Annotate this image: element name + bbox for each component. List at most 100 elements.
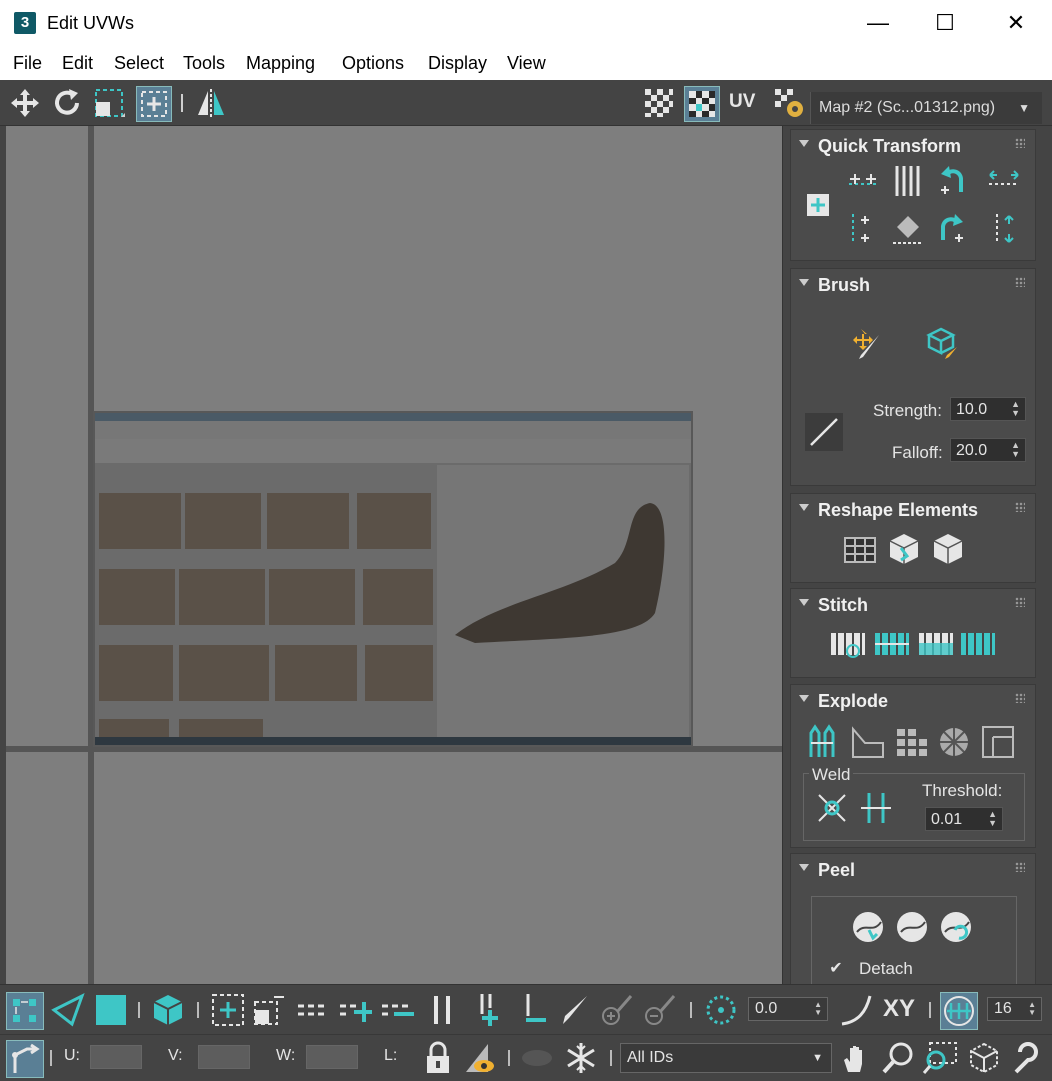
straighten-icon[interactable]: [889, 210, 927, 248]
map-settings-gear-icon[interactable]: [772, 86, 806, 120]
menu-select[interactable]: Select: [114, 46, 164, 80]
zoom-magnifier-icon[interactable]: [880, 1040, 916, 1076]
stitch-average-icon[interactable]: [873, 625, 911, 663]
pan-hand-icon[interactable]: [838, 1040, 874, 1076]
grow-ring-icon[interactable]: [472, 992, 508, 1028]
peel-mode-icon[interactable]: [893, 908, 931, 946]
freeform-mode-icon[interactable]: [136, 86, 172, 122]
rotate-ccw-icon[interactable]: [933, 162, 971, 200]
menu-tools[interactable]: Tools: [183, 46, 225, 80]
freeze-snowflake-icon[interactable]: [563, 1040, 599, 1076]
enlarge-brush-icon[interactable]: [597, 992, 633, 1028]
ring-selection-icon[interactable]: [424, 992, 460, 1028]
menu-mapping[interactable]: Mapping: [246, 46, 315, 80]
spinner-arrows-icon[interactable]: ▲ ▼: [1011, 400, 1020, 418]
soft-selection-icon[interactable]: [703, 992, 739, 1028]
drag-grip-icon[interactable]: [1015, 138, 1025, 148]
grid-size-field[interactable]: 16 ▲ ▼: [987, 997, 1042, 1021]
spinner-arrows-icon[interactable]: ▲ ▼: [1028, 1001, 1036, 1017]
straighten-selection-icon[interactable]: [841, 530, 879, 568]
minimize-button[interactable]: —: [843, 0, 913, 46]
menu-edit[interactable]: Edit: [62, 46, 93, 80]
falloff-curve-icon[interactable]: [838, 992, 874, 1028]
collapse-triangle-icon[interactable]: [799, 279, 809, 286]
zoom-extents-icon[interactable]: [966, 1040, 1002, 1076]
stitch-to-source-icon[interactable]: [917, 625, 955, 663]
grid-snap-icon[interactable]: [940, 992, 978, 1030]
collapse-triangle-icon[interactable]: [799, 695, 809, 702]
paint-move-brush-icon[interactable]: [849, 325, 887, 363]
rollout-title[interactable]: Stitch: [818, 595, 868, 616]
rotate-cw-icon[interactable]: [933, 210, 971, 248]
spinner-arrows-icon[interactable]: ▲ ▼: [814, 1001, 822, 1017]
rollout-title[interactable]: Brush: [818, 275, 870, 296]
checker-pattern-icon[interactable]: [642, 86, 676, 120]
material-id-dropdown[interactable]: All IDs ▼: [620, 1043, 832, 1073]
menu-options[interactable]: Options: [342, 46, 404, 80]
align-left-icon[interactable]: [845, 210, 883, 248]
drag-grip-icon[interactable]: [1015, 597, 1025, 607]
explode-by-smoothing-icon[interactable]: [805, 723, 843, 761]
weld-selected-icon[interactable]: [813, 789, 851, 827]
brush-falloff-line-icon[interactable]: [805, 413, 843, 451]
weld-target-icon[interactable]: [857, 789, 895, 827]
soft-selection-falloff-field[interactable]: 0.0 ▲ ▼: [748, 997, 828, 1021]
grow-selection-icon[interactable]: [210, 992, 246, 1028]
loop-selection-icon[interactable]: [296, 992, 332, 1028]
align-vertical-icon[interactable]: [889, 162, 927, 200]
menu-file[interactable]: File: [13, 46, 42, 80]
align-horizontal-icon[interactable]: [845, 162, 883, 200]
edge-mode-icon[interactable]: [50, 992, 86, 1028]
drag-grip-icon[interactable]: [1015, 277, 1025, 287]
move-icon[interactable]: [8, 86, 42, 120]
stitch-custom-icon[interactable]: [959, 625, 997, 663]
rollout-title[interactable]: Quick Transform: [818, 136, 961, 157]
help-question-icon[interactable]: [1010, 1040, 1046, 1076]
uv-toggle-label[interactable]: UV: [729, 91, 755, 113]
vertex-mode-icon[interactable]: [6, 992, 44, 1030]
unfold-element-icon[interactable]: [979, 723, 1017, 761]
v-coordinate-field[interactable]: [198, 1045, 250, 1069]
menu-display[interactable]: Display: [428, 46, 487, 80]
rollout-title[interactable]: Peel: [818, 860, 855, 881]
mirror-icon[interactable]: [194, 86, 228, 120]
element-mode-icon[interactable]: [150, 992, 186, 1028]
hide-selection-icon[interactable]: [462, 1040, 498, 1076]
explode-by-material-icon[interactable]: [849, 723, 887, 761]
drag-grip-icon[interactable]: [1015, 693, 1025, 703]
quick-peel-icon[interactable]: [849, 908, 887, 946]
collapse-triangle-icon[interactable]: [799, 504, 809, 511]
show-map-icon[interactable]: [684, 86, 720, 122]
zoom-region-icon[interactable]: [922, 1040, 958, 1076]
relax-cube-icon[interactable]: [885, 530, 923, 568]
strength-spinner[interactable]: 10.0 ▲ ▼: [950, 397, 1026, 421]
relax-options-cube-icon[interactable]: [929, 530, 967, 568]
drag-grip-icon[interactable]: [1015, 502, 1025, 512]
flatten-by-polygon-icon[interactable]: [935, 723, 973, 761]
paint-select-icon[interactable]: [555, 992, 591, 1028]
menu-view[interactable]: View: [507, 46, 546, 80]
shrink-loop-icon[interactable]: [380, 992, 416, 1028]
collapse-triangle-icon[interactable]: [799, 599, 809, 606]
detach-checkbox[interactable]: ✔: [827, 960, 845, 978]
falloff-spinner[interactable]: 20.0 ▲ ▼: [950, 438, 1026, 462]
explode-to-faces-icon[interactable]: [893, 723, 931, 761]
w-coordinate-field[interactable]: [306, 1045, 358, 1069]
pivot-icon[interactable]: [799, 186, 837, 224]
drag-grip-icon[interactable]: [1015, 862, 1025, 872]
spinner-arrows-icon[interactable]: ▲ ▼: [988, 810, 997, 828]
spinner-arrows-icon[interactable]: ▲ ▼: [1011, 441, 1020, 459]
collapse-triangle-icon[interactable]: [799, 140, 809, 147]
u-coordinate-field[interactable]: [90, 1045, 142, 1069]
threshold-spinner[interactable]: 0.01 ▲ ▼: [925, 807, 1003, 831]
shrink-ring-icon[interactable]: [516, 992, 552, 1028]
face-mode-icon[interactable]: [93, 992, 129, 1028]
lock-selection-icon[interactable]: [420, 1040, 456, 1076]
space-horizontal-icon[interactable]: [985, 162, 1023, 200]
collapse-triangle-icon[interactable]: [799, 864, 809, 871]
scale-icon[interactable]: [92, 86, 126, 120]
shrink-brush-icon[interactable]: [640, 992, 676, 1028]
rollout-title[interactable]: Reshape Elements: [818, 500, 978, 521]
rotate-icon[interactable]: [50, 86, 84, 120]
stitch-to-target-icon[interactable]: [829, 625, 867, 663]
